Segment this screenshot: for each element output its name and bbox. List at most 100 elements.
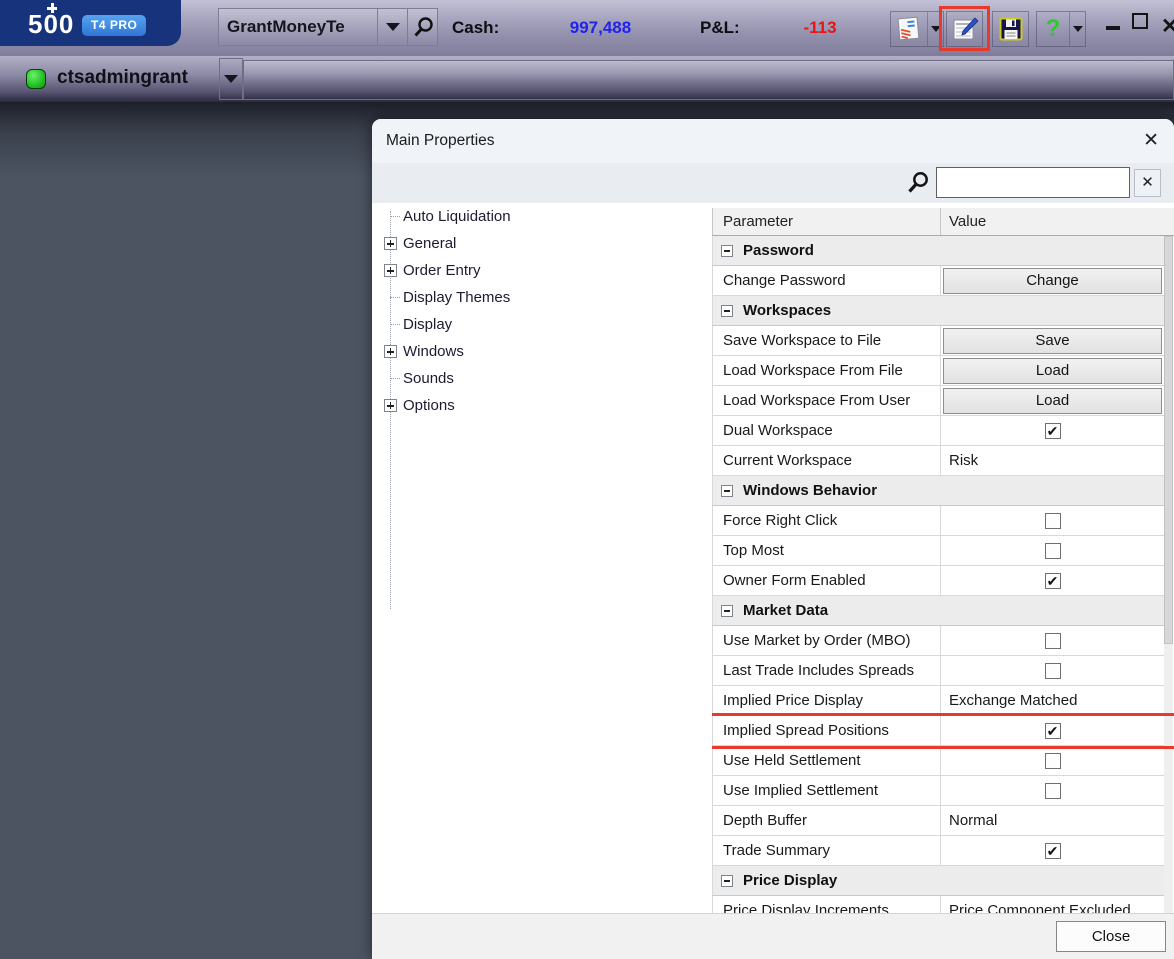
- current-workspace-row[interactable]: Current Workspace Risk: [712, 446, 1164, 476]
- tree-item-label[interactable]: Order Entry: [403, 262, 481, 279]
- trade-summary-row[interactable]: Trade Summary ✔: [712, 836, 1164, 866]
- tree-item-display-themes[interactable]: Display Themes: [372, 284, 712, 311]
- load-workspace-from-file-button[interactable]: Load: [943, 357, 1162, 384]
- tree-item-order-entry[interactable]: Order Entry: [372, 257, 712, 284]
- depth-buffer-row[interactable]: Depth Buffer Normal: [712, 806, 1164, 836]
- properties-button-group: [946, 11, 983, 47]
- table-scrollbar[interactable]: [1164, 236, 1173, 913]
- parameter-table: Parameter Value Password Change Password C…: [712, 208, 1174, 913]
- app-window: 500 T4 PRO GrantMoneyTe Cash: 997,488 P&…: [0, 0, 1174, 959]
- tree-item-sounds[interactable]: Sounds: [372, 365, 712, 392]
- top-most-row[interactable]: Top Most: [712, 536, 1164, 566]
- dual-workspace-checkbox[interactable]: ✔: [1044, 422, 1061, 439]
- use-held-settlement-checkbox[interactable]: [1044, 752, 1061, 769]
- implied-spread-positions-checkbox[interactable]: ✔: [1044, 722, 1061, 739]
- close-window-button[interactable]: ✕: [1161, 14, 1174, 40]
- price-display-increments-row[interactable]: Price Display Increments Price Component …: [712, 896, 1164, 913]
- collapse-minus-icon[interactable]: [721, 874, 733, 887]
- expand-plus-icon[interactable]: [384, 237, 397, 250]
- pnl-label: P&L:: [700, 18, 740, 37]
- help-button-group: ?: [1036, 11, 1086, 47]
- implied-price-display-row[interactable]: Implied Price Display Exchange Matched: [712, 686, 1164, 716]
- use-held-settlement-row[interactable]: Use Held Settlement: [712, 746, 1164, 776]
- save-workspace-button[interactable]: [993, 12, 1028, 46]
- use-market-by-order-mbo-checkbox[interactable]: [1044, 632, 1061, 649]
- collapse-minus-icon[interactable]: [721, 304, 733, 317]
- force-right-click-row[interactable]: Force Right Click: [712, 506, 1164, 536]
- parameter-name: Price Display Increments: [713, 896, 941, 913]
- user-quick-bar[interactable]: [243, 60, 1174, 100]
- expand-plus-icon[interactable]: [384, 345, 397, 358]
- load-workspace-from-file-row[interactable]: Load Workspace From File Load: [712, 356, 1164, 386]
- minimize-button[interactable]: [1106, 26, 1120, 30]
- tree-item-label[interactable]: Display: [403, 316, 452, 333]
- help-button[interactable]: ?: [1037, 12, 1069, 46]
- chevron-down-icon: [385, 23, 400, 31]
- collapse-minus-icon[interactable]: [721, 484, 733, 497]
- implied-spread-positions-row[interactable]: Implied Spread Positions ✔: [712, 716, 1164, 746]
- search-icon: [905, 170, 931, 196]
- maximize-button[interactable]: [1132, 13, 1148, 29]
- owner-form-enabled-row[interactable]: Owner Form Enabled ✔: [712, 566, 1164, 596]
- expand-plus-icon[interactable]: [384, 399, 397, 412]
- user-dropdown-arrow[interactable]: [219, 58, 243, 100]
- account-dropdown-arrow[interactable]: [377, 9, 407, 45]
- use-implied-settlement-checkbox[interactable]: [1044, 782, 1061, 799]
- tree-item-label[interactable]: Options: [403, 397, 455, 414]
- parameter-name: Implied Spread Positions: [713, 716, 941, 745]
- dialog-close-button[interactable]: Close: [1056, 921, 1166, 952]
- account-search-button[interactable]: [407, 9, 437, 45]
- account-selector[interactable]: GrantMoneyTe: [218, 8, 438, 46]
- dialog-footer: Close: [372, 913, 1174, 959]
- load-workspace-from-user-row[interactable]: Load Workspace From User Load: [712, 386, 1164, 416]
- owner-form-enabled-checkbox[interactable]: ✔: [1044, 572, 1061, 589]
- section-label: Market Data: [743, 602, 829, 619]
- trade-summary-checkbox[interactable]: ✔: [1044, 842, 1061, 859]
- load-workspace-from-user-button[interactable]: Load: [943, 387, 1162, 414]
- tree-item-general[interactable]: General: [372, 230, 712, 257]
- help-dropdown-arrow[interactable]: [1069, 12, 1085, 46]
- tree-item-label[interactable]: Sounds: [403, 370, 454, 387]
- change-password-button[interactable]: Change: [943, 267, 1162, 294]
- tree-item-options[interactable]: Options: [372, 392, 712, 419]
- parameter-name: Depth Buffer: [713, 806, 941, 835]
- tree-item-display[interactable]: Display: [372, 311, 712, 338]
- properties-search-input[interactable]: [936, 167, 1130, 198]
- column-header-parameter: Parameter: [713, 208, 941, 235]
- dialog-close-icon[interactable]: ✕: [1143, 128, 1159, 154]
- dual-workspace-row[interactable]: Dual Workspace ✔: [712, 416, 1164, 446]
- parameter-name: Current Workspace: [713, 446, 941, 475]
- change-password-row[interactable]: Change Password Change: [712, 266, 1164, 296]
- save-workspace-to-file-row[interactable]: Save Workspace to File Save: [712, 326, 1164, 356]
- account-selector-value[interactable]: GrantMoneyTe: [219, 9, 377, 45]
- parameter-name: Top Most: [713, 536, 941, 565]
- expand-plus-icon[interactable]: [384, 264, 397, 277]
- save-icon: [999, 17, 1022, 41]
- top-most-checkbox[interactable]: [1044, 542, 1061, 559]
- search-clear-button[interactable]: ✕: [1134, 169, 1161, 197]
- save-workspace-to-file-button[interactable]: Save: [943, 327, 1162, 354]
- force-right-click-checkbox[interactable]: [1044, 512, 1061, 529]
- tree-item-label[interactable]: Display Themes: [403, 289, 510, 306]
- reports-icon: [897, 16, 920, 41]
- cash-label: Cash:: [452, 18, 500, 37]
- tree-item-label[interactable]: General: [403, 235, 456, 252]
- reports-dropdown-arrow[interactable]: [927, 12, 943, 46]
- last-trade-includes-spreads-row[interactable]: Last Trade Includes Spreads: [712, 656, 1164, 686]
- properties-button[interactable]: [947, 12, 982, 46]
- scrollbar-thumb[interactable]: [1164, 236, 1173, 644]
- app-logo: 500 T4 PRO: [0, 0, 181, 46]
- tree-item-label[interactable]: Auto Liquidation: [403, 208, 511, 225]
- collapse-minus-icon[interactable]: [721, 244, 733, 257]
- use-market-by-order-mbo-row[interactable]: Use Market by Order (MBO): [712, 626, 1164, 656]
- main-toolbar: 500 T4 PRO GrantMoneyTe Cash: 997,488 P&…: [0, 0, 1174, 56]
- tree-item-auto-liquidation[interactable]: Auto Liquidation: [372, 203, 712, 230]
- last-trade-includes-spreads-checkbox[interactable]: [1044, 662, 1061, 679]
- help-icon: ?: [1045, 15, 1061, 42]
- collapse-minus-icon[interactable]: [721, 604, 733, 617]
- use-implied-settlement-row[interactable]: Use Implied Settlement: [712, 776, 1164, 806]
- tree-item-windows[interactable]: Windows: [372, 338, 712, 365]
- reports-button[interactable]: [891, 12, 927, 46]
- current-workspace-value: Risk: [949, 452, 979, 469]
- tree-item-label[interactable]: Windows: [403, 343, 464, 360]
